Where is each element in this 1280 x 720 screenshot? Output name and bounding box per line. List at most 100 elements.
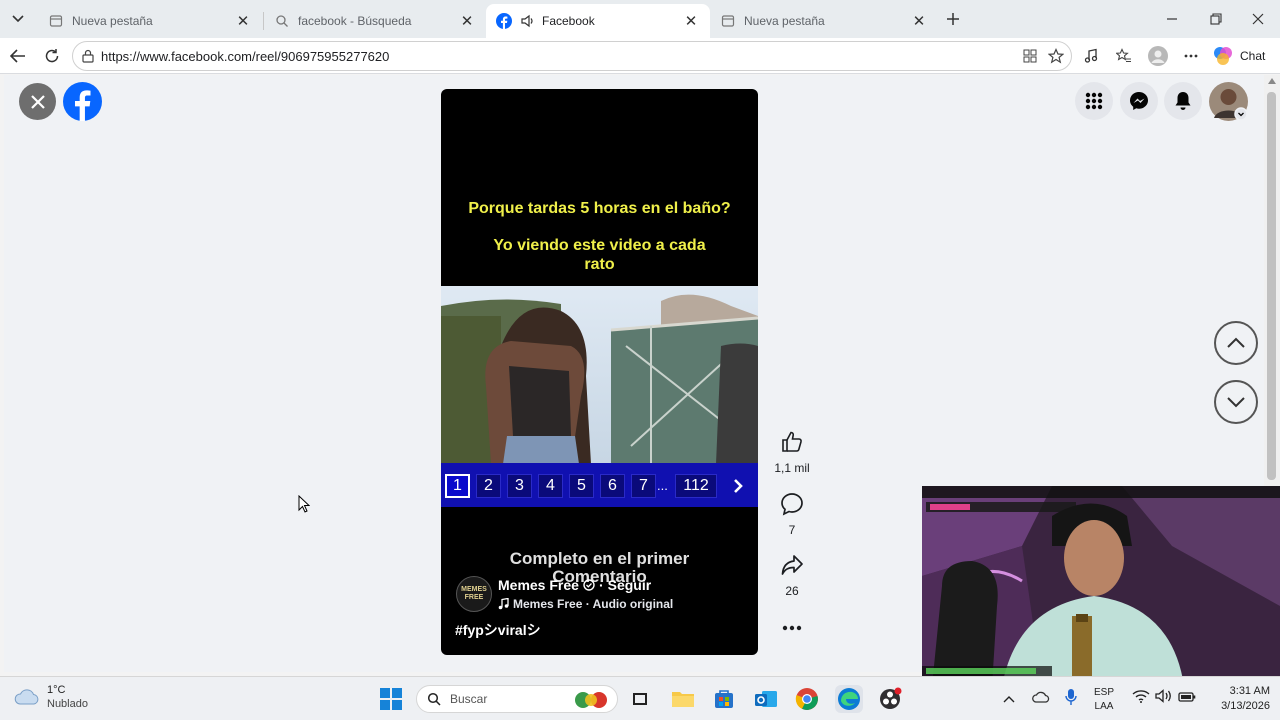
plus-icon [947, 13, 959, 25]
reload-button[interactable] [38, 42, 66, 70]
clock-time: 3:31 AM [1229, 685, 1270, 697]
tab-facebook[interactable]: Facebook ✕ [486, 4, 710, 38]
reel-video-player[interactable]: Porque tardas 5 horas en el baño? Yo vie… [441, 89, 758, 655]
volume-indicator[interactable] [1155, 689, 1173, 708]
microphone-indicator[interactable] [1064, 688, 1078, 711]
weather-widget[interactable]: 1°C Nublado [14, 683, 88, 711]
reload-icon [45, 49, 59, 63]
profile-button[interactable] [1144, 42, 1172, 70]
messenger-icon [1130, 92, 1148, 110]
site-info-icon[interactable] [81, 49, 95, 68]
file-explorer-button[interactable] [669, 685, 697, 713]
app-available-button[interactable] [1016, 42, 1044, 70]
music-note-icon [498, 598, 509, 610]
favorite-star-button[interactable] [1042, 42, 1070, 70]
previous-reel-button[interactable] [1214, 321, 1258, 365]
chevron-up-icon [1003, 696, 1015, 703]
chat-label: Chat [1240, 49, 1266, 63]
tab-facebook-search[interactable]: facebook - Búsqueda ✕ [264, 4, 486, 38]
like-action[interactable]: 1,1 mil [772, 430, 812, 475]
chevron-down-icon [1227, 397, 1245, 408]
chrome-icon [795, 688, 818, 710]
share-count: 26 [785, 584, 799, 598]
minimize-icon [1167, 18, 1177, 20]
store-icon [715, 690, 733, 708]
comment-icon [781, 493, 803, 516]
clock-date: 3/13/2026 [1221, 700, 1270, 712]
tray-app-icon[interactable] [1032, 690, 1050, 709]
tab-list-dropdown-button[interactable] [6, 8, 30, 30]
account-avatar-button[interactable] [1209, 82, 1248, 121]
cloud-icon [14, 689, 39, 705]
close-tab-icon[interactable]: ✕ [682, 12, 700, 30]
like-count: 1,1 mil [774, 461, 810, 475]
show-hidden-icons-button[interactable] [1003, 690, 1015, 708]
author-avatar[interactable]: MEMES FREE [456, 576, 492, 612]
page-button-7[interactable]: 7 [631, 474, 656, 498]
clock[interactable]: 3:31 AM 3/13/2026 [1206, 684, 1270, 714]
copilot-chat-button[interactable]: Chat [1212, 44, 1265, 68]
messenger-button[interactable] [1120, 82, 1158, 120]
tab-label: Nueva pestaña [744, 14, 825, 28]
next-page-button[interactable] [726, 474, 750, 498]
page-button-2[interactable]: 2 [476, 474, 501, 498]
notifications-button[interactable] [1164, 82, 1202, 120]
back-button[interactable] [4, 42, 32, 70]
media-control-button[interactable] [1077, 42, 1105, 70]
scroll-up-arrow-icon[interactable] [1268, 78, 1276, 84]
page-button-5[interactable]: 5 [569, 474, 594, 498]
comment-action[interactable]: 7 [772, 492, 812, 537]
minimize-button[interactable] [1160, 8, 1184, 30]
speaker-icon[interactable] [520, 13, 536, 29]
favorites-button[interactable] [1110, 42, 1138, 70]
page-button-112[interactable]: 112 [675, 474, 717, 498]
url-text: https://www.facebook.com/reel/9069759552… [101, 49, 390, 64]
cloud-sync-icon [1032, 691, 1050, 703]
close-tab-icon[interactable]: ✕ [234, 12, 252, 30]
outlook-button[interactable] [752, 685, 780, 713]
language-indicator[interactable]: ESP LAA [1094, 686, 1114, 714]
share-action[interactable]: 26 [772, 553, 812, 598]
settings-more-button[interactable] [1177, 42, 1205, 70]
obs-button[interactable] [876, 685, 904, 713]
arrow-left-icon [10, 49, 25, 63]
audio-row[interactable]: Memes Free · Audio original [498, 597, 673, 611]
close-tab-icon[interactable]: ✕ [910, 12, 928, 30]
mouse-cursor-icon [298, 495, 310, 513]
page-button-1[interactable]: 1 [445, 474, 470, 498]
battery-indicator[interactable] [1178, 690, 1196, 708]
facebook-icon [63, 82, 102, 121]
page-button-4[interactable]: 4 [538, 474, 563, 498]
next-reel-button[interactable] [1214, 380, 1258, 424]
address-bar[interactable]: https://www.facebook.com/reel/9069759552… [72, 41, 1072, 71]
page-button-3[interactable]: 3 [507, 474, 532, 498]
tab-new-tab-2[interactable]: Nueva pestaña ✕ [710, 4, 938, 38]
windows-logo-icon [380, 688, 402, 710]
more-options-action[interactable] [772, 618, 812, 636]
scrollbar-thumb[interactable] [1267, 92, 1276, 480]
page-button-6[interactable]: 6 [600, 474, 625, 498]
author-name[interactable]: Memes Free [498, 577, 579, 593]
hashtags[interactable]: #fypシviralシ [455, 620, 541, 640]
close-window-button[interactable] [1246, 8, 1270, 30]
close-reel-button[interactable] [19, 83, 56, 120]
edge-button[interactable] [835, 685, 863, 713]
wifi-indicator[interactable] [1132, 689, 1150, 708]
close-tab-icon[interactable]: ✕ [458, 12, 476, 30]
lang-line-2: LAA [1094, 701, 1114, 712]
maximize-button[interactable] [1204, 8, 1228, 30]
task-view-button[interactable] [626, 685, 654, 713]
new-tab-button[interactable] [942, 8, 964, 30]
chrome-button[interactable] [793, 685, 821, 713]
favorites-list-icon [1116, 48, 1131, 63]
start-button[interactable] [377, 685, 405, 713]
tab-strip: Nueva pestaña ✕ facebook - Búsqueda ✕ Fa… [0, 0, 1280, 38]
lang-line-1: ESP [1094, 687, 1115, 698]
tab-new-tab-1[interactable]: Nueva pestaña ✕ [38, 4, 262, 38]
store-button[interactable] [710, 685, 738, 713]
separator-dot: · [598, 577, 604, 593]
facebook-logo[interactable] [63, 82, 102, 121]
menu-button[interactable] [1075, 82, 1113, 120]
follow-button[interactable]: Seguir [608, 577, 652, 593]
taskbar-search-box[interactable]: Buscar [416, 685, 618, 713]
